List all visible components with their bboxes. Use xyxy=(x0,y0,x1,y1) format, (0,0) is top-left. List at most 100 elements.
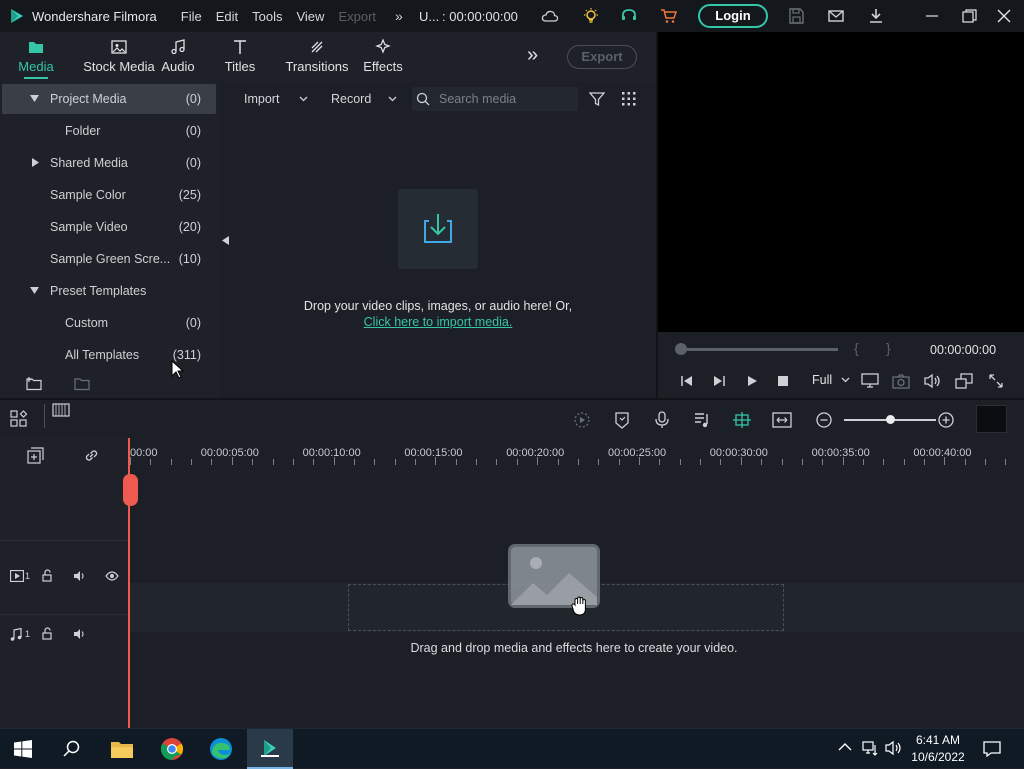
search-media-input[interactable]: Search media xyxy=(439,92,516,106)
lock-icon[interactable] xyxy=(42,569,54,582)
notifications-icon[interactable] xyxy=(983,740,1001,758)
folder-outline-icon[interactable] xyxy=(74,377,90,391)
download-icon[interactable] xyxy=(867,7,885,25)
previous-frame-icon[interactable] xyxy=(680,375,694,387)
split-clip-icon[interactable] xyxy=(52,402,70,420)
new-folder-icon[interactable] xyxy=(26,377,42,391)
volume-icon[interactable] xyxy=(884,739,902,757)
menu-view[interactable]: View xyxy=(296,9,324,24)
marker-shield-icon[interactable] xyxy=(613,411,631,429)
menu-edit[interactable]: Edit xyxy=(216,9,238,24)
restore-icon[interactable] xyxy=(960,7,978,25)
auto-render-icon[interactable] xyxy=(573,411,591,429)
playhead-handle[interactable] xyxy=(123,474,138,506)
next-frame-icon[interactable] xyxy=(712,375,726,387)
expanded-caret-icon[interactable] xyxy=(30,287,39,295)
tab-media[interactable]: Media xyxy=(12,32,60,82)
import-media-button[interactable] xyxy=(398,189,478,269)
more-tabs-icon[interactable]: » xyxy=(527,44,538,67)
audio-meter[interactable] xyxy=(976,405,1007,433)
ruler-tick xyxy=(577,459,579,465)
tree-item-count: (0) xyxy=(185,92,201,106)
fit-timeline-icon[interactable] xyxy=(772,411,792,429)
preview-progress-track[interactable] xyxy=(680,348,838,351)
tab-effects[interactable]: Effects xyxy=(360,32,406,82)
login-button[interactable]: Login xyxy=(698,4,768,28)
lightbulb-icon[interactable] xyxy=(582,7,600,25)
cart-icon[interactable] xyxy=(660,7,678,25)
menu-tools[interactable]: Tools xyxy=(252,9,282,24)
start-button[interactable] xyxy=(0,729,46,769)
audio-mixer-icon[interactable] xyxy=(693,411,711,429)
ruler-tick xyxy=(415,459,417,465)
close-icon[interactable] xyxy=(995,7,1013,25)
grid-view-icon[interactable] xyxy=(622,92,636,106)
tree-item-sample-color[interactable]: Sample Color (25) xyxy=(2,180,216,210)
tree-item-project-media[interactable]: Project Media (0) xyxy=(2,84,216,114)
ruler-tick xyxy=(150,459,152,465)
zoom-out-icon[interactable] xyxy=(815,411,833,429)
tab-titles[interactable]: Titles xyxy=(220,32,260,82)
tree-item-label: Project Media xyxy=(50,92,127,106)
timeline-area[interactable]: 00:00 00:00:05:00 00:00:10:00 00:00:15:00 00… xyxy=(123,438,1024,728)
tab-transitions[interactable]: Transitions xyxy=(284,32,350,82)
tab-stock-media[interactable]: Stock Media xyxy=(82,32,156,82)
ruler-tick xyxy=(801,459,803,465)
system-clock[interactable]: 6:41 AM 10/6/2022 xyxy=(906,732,970,766)
fullscreen-icon[interactable] xyxy=(988,373,1004,389)
network-icon[interactable] xyxy=(862,739,880,757)
search-taskbar-button[interactable] xyxy=(49,729,95,769)
minimize-icon[interactable] xyxy=(923,7,941,25)
mark-out-button[interactable]: } xyxy=(886,340,891,356)
mail-icon[interactable] xyxy=(827,7,845,25)
headset-support-icon[interactable] xyxy=(620,7,638,25)
microphone-icon[interactable] xyxy=(653,411,671,429)
image-icon xyxy=(111,40,127,54)
add-track-icon[interactable] xyxy=(27,447,44,464)
file-explorer-button[interactable] xyxy=(99,729,145,769)
chrome-button[interactable] xyxy=(149,729,195,769)
edge-button[interactable] xyxy=(198,729,244,769)
chevron-up-icon[interactable] xyxy=(838,742,852,752)
tree-item-shared-media[interactable]: Shared Media (0) xyxy=(2,148,216,178)
display-icon[interactable] xyxy=(861,373,879,389)
tree-item-sample-green-screen[interactable]: Sample Green Scre... (10) xyxy=(2,244,216,274)
speaker-icon[interactable] xyxy=(73,628,87,640)
preview-progress-handle[interactable] xyxy=(675,343,687,355)
menu-file[interactable]: File xyxy=(181,9,202,24)
tree-item-preset-templates[interactable]: Preset Templates xyxy=(2,276,216,306)
tree-item-custom[interactable]: Custom (0) xyxy=(2,308,216,338)
tree-item-folder[interactable]: Folder (0) xyxy=(2,116,216,146)
layout-icon[interactable] xyxy=(10,410,28,428)
menu-overflow-icon[interactable]: » xyxy=(395,8,403,24)
import-dropdown[interactable]: Import xyxy=(244,88,308,110)
filmora-taskbar-button[interactable] xyxy=(247,729,293,769)
collapse-panel-icon[interactable] xyxy=(222,236,229,245)
tab-audio[interactable]: Audio xyxy=(158,32,198,82)
snapshot-camera-icon[interactable] xyxy=(892,373,910,389)
snap-icon[interactable] xyxy=(732,411,752,429)
volume-icon[interactable] xyxy=(923,373,941,389)
crop-render-icon[interactable] xyxy=(955,373,973,389)
save-icon[interactable] xyxy=(787,7,805,25)
import-media-link[interactable]: Click here to import media. xyxy=(220,315,656,329)
collapsed-caret-icon[interactable] xyxy=(32,158,39,167)
expanded-caret-icon[interactable] xyxy=(30,95,39,103)
eye-icon[interactable] xyxy=(105,571,119,581)
play-icon[interactable] xyxy=(746,375,758,387)
filter-icon[interactable] xyxy=(589,91,605,107)
record-dropdown[interactable]: Record xyxy=(331,88,397,110)
lock-icon[interactable] xyxy=(42,627,54,640)
link-icon[interactable] xyxy=(83,447,100,464)
mark-in-button[interactable]: { xyxy=(854,340,859,356)
time-ruler[interactable]: 00:00 00:00:05:00 00:00:10:00 00:00:15:00 00… xyxy=(128,438,1024,472)
tree-item-sample-video[interactable]: Sample Video (20) xyxy=(2,212,216,242)
stop-icon[interactable] xyxy=(778,376,788,386)
speaker-icon[interactable] xyxy=(73,570,87,582)
search-media-field[interactable]: Search media xyxy=(412,87,578,111)
ruler-tick xyxy=(761,459,763,465)
quality-dropdown[interactable]: Full xyxy=(812,373,850,387)
zoom-slider-handle[interactable] xyxy=(886,415,895,424)
cloud-icon[interactable] xyxy=(541,7,559,25)
zoom-in-icon[interactable] xyxy=(937,411,955,429)
